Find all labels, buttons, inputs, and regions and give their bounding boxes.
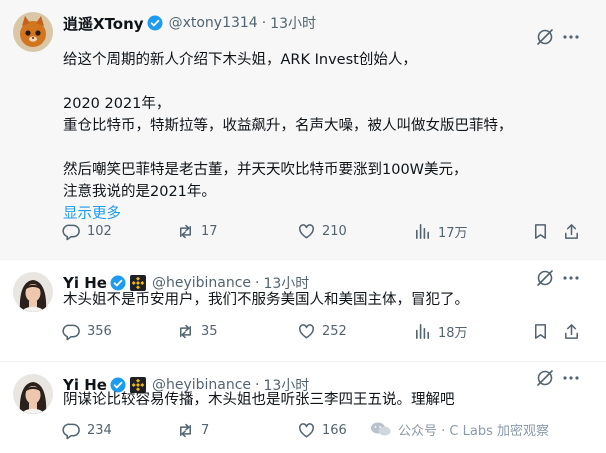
retweet-button[interactable]: 35 xyxy=(176,322,218,341)
like-count: 252 xyxy=(322,324,347,339)
separator-dot: · xyxy=(261,15,267,31)
reply-count: 234 xyxy=(87,423,112,438)
like-button[interactable]: 210 xyxy=(297,222,347,241)
wechat-icon xyxy=(370,421,392,437)
grok-icon[interactable] xyxy=(535,368,555,388)
like-button[interactable]: 252 xyxy=(297,322,347,341)
author-name[interactable]: 逍遥XTony xyxy=(63,13,144,34)
reply-icon xyxy=(62,322,87,341)
retweet-icon xyxy=(176,421,201,440)
reply-button[interactable]: 356 xyxy=(62,322,112,341)
reply-icon xyxy=(62,222,87,241)
views-button[interactable]: 18万 xyxy=(413,322,468,341)
like-icon xyxy=(297,421,322,440)
like-icon xyxy=(297,222,322,241)
reply-icon xyxy=(62,421,87,440)
reply-button[interactable]: 102 xyxy=(62,222,112,241)
bookmark-icon xyxy=(531,322,556,341)
more-icon[interactable] xyxy=(561,268,581,288)
avatar-yihe[interactable] xyxy=(13,272,53,312)
tweet-header: 逍遥XTony @xtony1314 · 13小时 xyxy=(63,12,316,34)
tweet-actions: 102 17 210 17万 xyxy=(58,222,588,244)
tweet-reply[interactable]: Yi He @heyibinance · 13小时 木头姐不是币安用户，我们不服… xyxy=(0,259,606,361)
avatar-yihe[interactable] xyxy=(13,374,53,414)
grok-icon[interactable] xyxy=(535,27,555,47)
views-count: 18万 xyxy=(438,326,468,341)
retweet-count: 35 xyxy=(201,324,218,339)
tweet-line: 木头姐不是币安用户，我们不服务美国人和美国主体，冒犯了。 xyxy=(63,292,469,308)
tweet-line: 给这个周期的新人介绍下木头姐，ARK Invest创始人， xyxy=(63,52,417,68)
views-button[interactable]: 17万 xyxy=(413,222,468,241)
tweet-text: 木头姐不是币安用户，我们不服务美国人和美国主体，冒犯了。 xyxy=(63,289,469,311)
like-icon xyxy=(297,322,322,341)
watermark-text: 公众号 · C Labs 加密观察 xyxy=(398,423,549,439)
avatar-xtony[interactable] xyxy=(13,12,53,52)
bookmark-button[interactable] xyxy=(531,222,556,241)
tweet-line: 然后嘲笑巴菲特是老古董，并天天吹比特币要涨到100W美元， xyxy=(63,162,468,178)
author-handle[interactable]: @xtony1314 xyxy=(169,15,258,31)
tweet-line xyxy=(63,137,513,159)
tweet-text: 给这个周期的新人介绍下木头姐，ARK Invest创始人， 2020 2021年… xyxy=(63,49,513,225)
share-button[interactable] xyxy=(562,222,587,241)
tweet-line: 2020 2021年， xyxy=(63,96,171,112)
like-count: 210 xyxy=(322,224,347,239)
retweet-count: 7 xyxy=(201,423,210,438)
tweet-line: 注意我说的是2021年。 xyxy=(63,184,216,200)
retweet-count: 17 xyxy=(201,224,218,239)
tweet-line: 阴谋论比较容易传播，木头姐也是听张三李四王五说。理解吧 xyxy=(63,392,455,408)
share-button[interactable] xyxy=(562,322,587,341)
verified-badge-icon xyxy=(147,15,163,31)
tweet-text: 阴谋论比较容易传播，木头姐也是听张三李四王五说。理解吧 xyxy=(63,389,455,411)
tweet-line: 重仓比特币，特斯拉等，收益飙升，名声大噪，被人叫做女版巴菲特， xyxy=(63,118,513,134)
watermark: 公众号 · C Labs 加密观察 xyxy=(370,418,549,440)
share-icon xyxy=(562,222,587,241)
bookmark-button[interactable] xyxy=(531,322,556,341)
views-icon xyxy=(413,322,438,341)
tweet-time[interactable]: 13小时 xyxy=(270,13,316,33)
tweet-actions: 356 35 252 18万 xyxy=(58,322,588,344)
like-button[interactable]: 166 xyxy=(297,421,347,440)
reply-count: 102 xyxy=(87,224,112,239)
reply-button[interactable]: 234 xyxy=(62,421,112,440)
tweet-line xyxy=(63,71,513,93)
retweet-icon xyxy=(176,322,201,341)
retweet-button[interactable]: 17 xyxy=(176,222,218,241)
more-icon[interactable] xyxy=(561,27,581,47)
tweet-main[interactable]: 逍遥XTony @xtony1314 · 13小时 给这个周期的新人介绍下木头姐… xyxy=(0,0,606,259)
views-icon xyxy=(413,222,438,241)
views-count: 17万 xyxy=(438,226,468,241)
retweet-button[interactable]: 7 xyxy=(176,421,209,440)
share-icon xyxy=(562,322,587,341)
reply-count: 356 xyxy=(87,324,112,339)
more-icon[interactable] xyxy=(561,368,581,388)
bookmark-icon xyxy=(531,222,556,241)
retweet-icon xyxy=(176,222,201,241)
grok-icon[interactable] xyxy=(535,268,555,288)
like-count: 166 xyxy=(322,423,347,438)
